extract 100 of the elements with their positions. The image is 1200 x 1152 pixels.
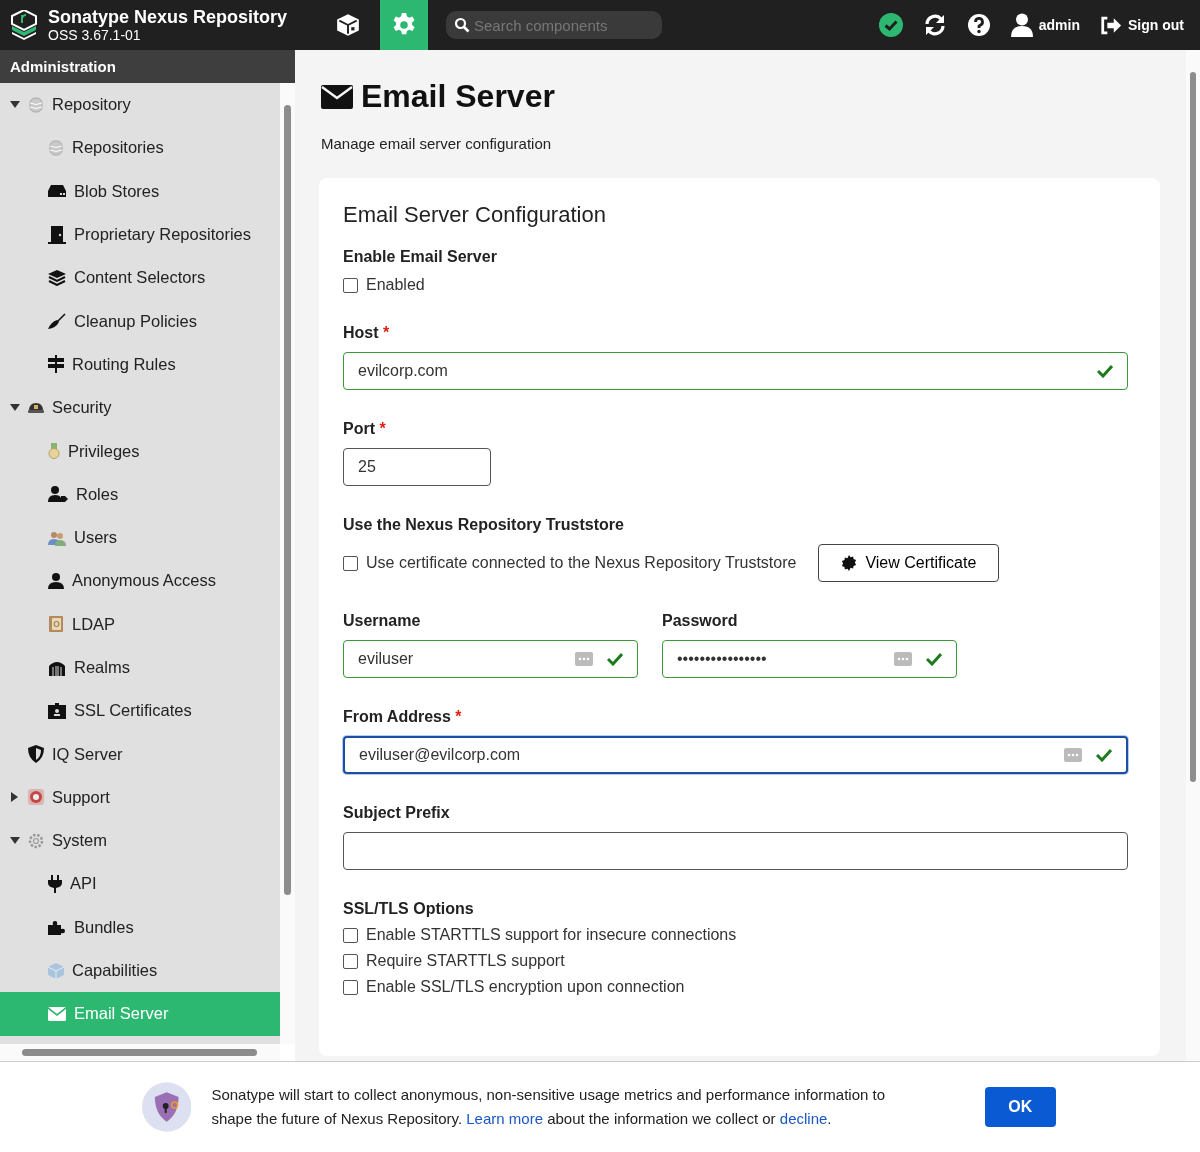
administration-button[interactable] (380, 0, 428, 50)
nav-item[interactable]: LDAP (0, 602, 280, 646)
page-title: Email Server (361, 78, 555, 115)
field-label: SSL/TLS Options (343, 900, 475, 918)
sign-out-button[interactable]: Sign out (1100, 15, 1184, 35)
field-label: From Address * (343, 708, 463, 726)
nav-item[interactable]: Repository (0, 83, 280, 127)
ok-button[interactable]: OK (984, 1087, 1056, 1127)
shield-lock-icon (142, 1082, 192, 1132)
nav-item[interactable]: Blob Stores (0, 169, 280, 213)
text-field[interactable] (343, 832, 1128, 870)
field-label: Subject Prefix (343, 804, 451, 822)
user-menu-button[interactable]: admin (1010, 13, 1080, 37)
nav-item[interactable]: Security (0, 386, 280, 430)
refresh-icon[interactable] (922, 13, 947, 37)
field-label: Use the Nexus Repository Truststore (343, 516, 625, 534)
search-icon (454, 17, 470, 33)
expanded-arrow-icon[interactable] (10, 403, 20, 412)
notice-link[interactable]: decline (779, 1110, 828, 1127)
help-icon[interactable] (966, 13, 991, 37)
checkbox[interactable] (343, 277, 358, 293)
nav-item[interactable]: Privileges (0, 429, 280, 473)
notice-text: Sonatype will start to collect anonymous, non-sensitive usage metrics and performance information to shape the future of Nexus Repository. Learn more about the information we collect or decline. (211, 1085, 887, 1129)
check-icon (1097, 364, 1113, 378)
medal-icon (48, 443, 60, 459)
nav-item[interactable]: Realms (0, 645, 280, 690)
section-title: Email Server Configuration (343, 202, 607, 228)
scrollbar[interactable] (0, 1044, 280, 1061)
text-field[interactable]: •••••••••••••••• (662, 640, 957, 678)
nav-item[interactable]: Anonymous Access (0, 559, 280, 603)
field-label: Enable Email Server (343, 248, 498, 266)
nav-item[interactable]: Roles (0, 472, 280, 516)
page-subtitle: Manage email server configuration (321, 135, 553, 152)
shield-icon (28, 745, 44, 764)
collapsed-arrow-icon[interactable] (11, 792, 19, 803)
users-icon (48, 529, 66, 546)
checkbox[interactable] (343, 979, 358, 995)
expanded-arrow-icon[interactable] (10, 100, 20, 109)
checkbox-label: Enable SSL/TLS encryption upon connection (366, 978, 685, 996)
sidebar-header: Administration (0, 50, 295, 83)
drive-icon (48, 185, 66, 198)
field-label: Username (343, 612, 422, 630)
puzzle-icon (48, 919, 66, 936)
helmet-icon (28, 401, 44, 414)
field-label: Port * (343, 420, 387, 438)
nav-item[interactable]: Repositories (0, 126, 280, 170)
nav-item[interactable]: Support (0, 775, 280, 820)
scrollbar[interactable] (1186, 50, 1200, 1061)
database-icon (48, 139, 64, 156)
nav-item[interactable]: Content Selectors (0, 256, 280, 300)
product-name: Sonatype Nexus Repository (48, 7, 289, 27)
layers-icon (48, 269, 66, 286)
text-field[interactable]: eviluser@evilcorp.com (343, 736, 1128, 774)
broom-icon (48, 313, 66, 330)
status-check-icon[interactable] (878, 13, 903, 37)
user-tag-icon (48, 486, 68, 503)
scrollbar[interactable] (280, 83, 295, 1044)
nav-item[interactable]: System (0, 819, 280, 863)
database-icon (28, 96, 44, 113)
field-label: Host * (343, 324, 391, 342)
notice-link[interactable]: Learn more (466, 1110, 543, 1127)
signpost-icon (48, 355, 64, 374)
text-field[interactable]: 25 (343, 448, 491, 486)
required-mark: * (379, 420, 386, 437)
search-field[interactable]: Search components (446, 11, 662, 39)
lifebuoy-icon (28, 789, 44, 806)
nav-item[interactable]: Capabilities (0, 948, 280, 993)
check-icon (926, 652, 942, 666)
nav-item[interactable]: SSL Certificates (0, 689, 280, 733)
nav-item[interactable]: Routing Rules (0, 342, 280, 387)
checkbox-label: Enable STARTTLS support for insecure connections (366, 926, 737, 944)
plug-icon (48, 875, 62, 893)
checkbox[interactable] (343, 953, 358, 969)
envelope-icon (321, 84, 353, 109)
checkbox[interactable] (343, 927, 358, 943)
user-icon (48, 572, 64, 589)
nav-item[interactable]: Bundles (0, 905, 280, 949)
building-icon (48, 659, 66, 676)
door-icon (48, 225, 66, 244)
checkbox-label: Use certificate connected to the Nexus Repository Truststore (366, 554, 797, 572)
expanded-arrow-icon[interactable] (10, 836, 20, 845)
nav-item[interactable]: API (0, 862, 280, 906)
logo-icon (10, 10, 38, 40)
text-field[interactable]: eviluser (343, 640, 638, 678)
checkbox[interactable] (343, 555, 358, 571)
nav-item[interactable]: IQ Server (0, 732, 280, 776)
gear-icon (28, 832, 44, 849)
nav-item[interactable]: Proprietary Repositories (0, 212, 280, 257)
nav-item[interactable]: Users (0, 515, 280, 560)
nav-item[interactable]: Cleanup Policies (0, 299, 280, 343)
text-field[interactable]: evilcorp.com (343, 352, 1128, 390)
sign-out-icon (1100, 15, 1122, 35)
view-certificate-button[interactable]: View Certificate (818, 544, 1000, 582)
envelope-icon (48, 1006, 66, 1021)
field-label: Password (662, 612, 739, 630)
required-mark: * (383, 324, 390, 341)
address-book-icon (48, 616, 64, 633)
cube-icon (335, 12, 361, 38)
cube-icon (48, 962, 64, 979)
checkbox-label: Require STARTTLS support (366, 952, 565, 970)
